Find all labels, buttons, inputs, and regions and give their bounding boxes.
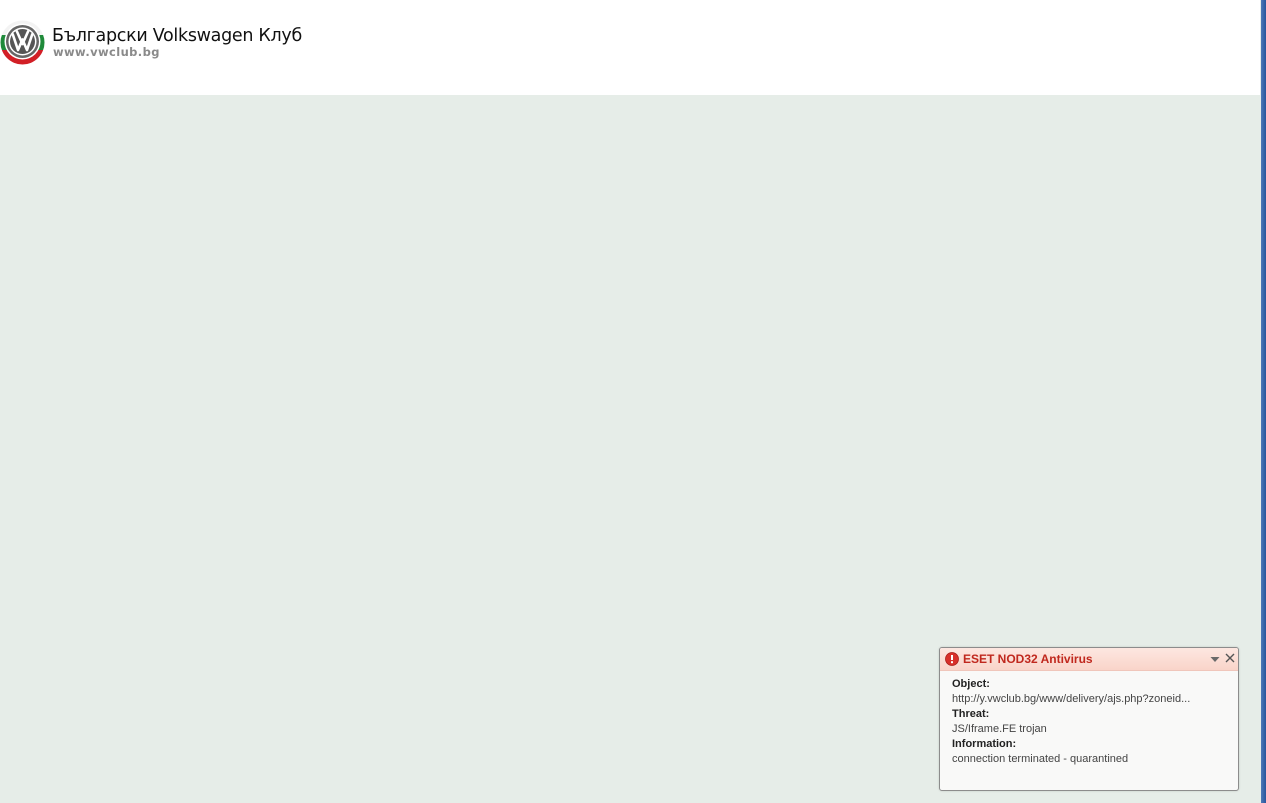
notification-titlebar: ESET NOD32 Antivirus: [940, 648, 1238, 671]
site-title[interactable]: Български Volkswagen Клуб: [52, 26, 302, 46]
information-value: connection terminated - quarantined: [952, 753, 1129, 765]
information-label: Information:: [952, 738, 1017, 750]
notification-body: Object: http://y.vwclub.bg/www/delivery/…: [952, 677, 1232, 767]
alert-icon: [945, 652, 959, 666]
site-url: www.vwclub.bg: [53, 45, 160, 59]
browser-viewport: Български Volkswagen Клуб www.vwclub.bg …: [0, 0, 1266, 803]
vw-logo-icon[interactable]: [0, 20, 45, 65]
antivirus-notification: ESET NOD32 Antivirus Object: http://y.vw…: [939, 647, 1239, 791]
notification-title: ESET NOD32 Antivirus: [963, 652, 1093, 666]
close-icon[interactable]: [1223, 651, 1237, 665]
object-label: Object:: [952, 678, 990, 690]
window-edge-scrollbar[interactable]: [1261, 0, 1266, 803]
threat-label: Threat:: [952, 708, 990, 720]
object-value: http://y.vwclub.bg/www/delivery/ajs.php?…: [952, 693, 1191, 705]
chevron-down-icon[interactable]: [1209, 652, 1221, 666]
site-header: Български Volkswagen Клуб www.vwclub.bg: [0, 0, 1260, 95]
threat-value: JS/Iframe.FE trojan: [952, 723, 1047, 735]
